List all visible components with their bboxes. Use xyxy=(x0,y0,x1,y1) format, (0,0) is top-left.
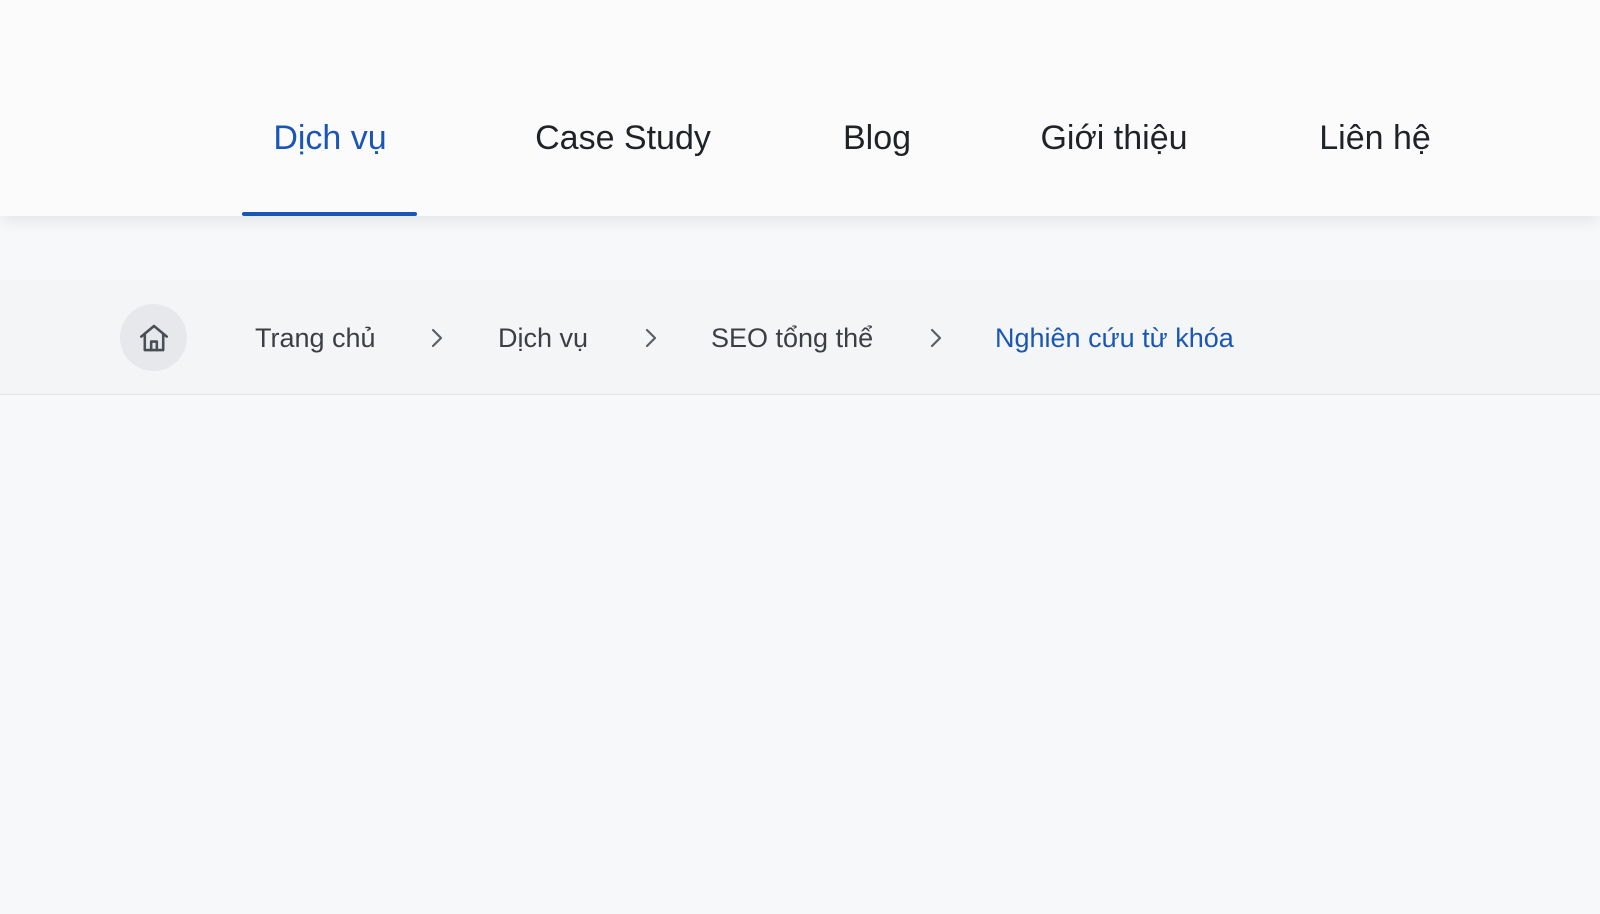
breadcrumb-item-dich-vu[interactable]: Dịch vụ xyxy=(498,318,588,358)
nav-item-lien-he[interactable]: Liên hệ xyxy=(1319,110,1431,166)
nav-item-dich-vu[interactable]: Dịch vụ xyxy=(273,110,386,166)
chevron-right-icon xyxy=(427,326,447,350)
breadcrumb-item-seo-tong-the[interactable]: SEO tổng thể xyxy=(711,318,873,358)
nav-item-gioi-thieu[interactable]: Giới thiệu xyxy=(1040,110,1187,166)
main-nav: Dịch vụ Case Study Blog Giới thiệu Liên … xyxy=(0,0,1600,216)
breadcrumb: Trang chủ Dịch vụ SEO tổng thể Nghiên cứ… xyxy=(0,280,1600,395)
nav-item-case-study[interactable]: Case Study xyxy=(535,110,711,166)
page: Dịch vụ Case Study Blog Giới thiệu Liên … xyxy=(0,0,1600,914)
breadcrumb-item-current: Nghiên cứu từ khóa xyxy=(995,323,1234,353)
nav-item-blog[interactable]: Blog xyxy=(843,110,911,166)
home-button[interactable] xyxy=(120,304,187,371)
chevron-right-icon xyxy=(641,326,661,350)
breadcrumb-item-home[interactable]: Trang chủ xyxy=(255,318,376,358)
chevron-right-icon xyxy=(926,326,946,350)
active-tab-indicator xyxy=(242,212,417,216)
home-icon xyxy=(137,321,171,355)
